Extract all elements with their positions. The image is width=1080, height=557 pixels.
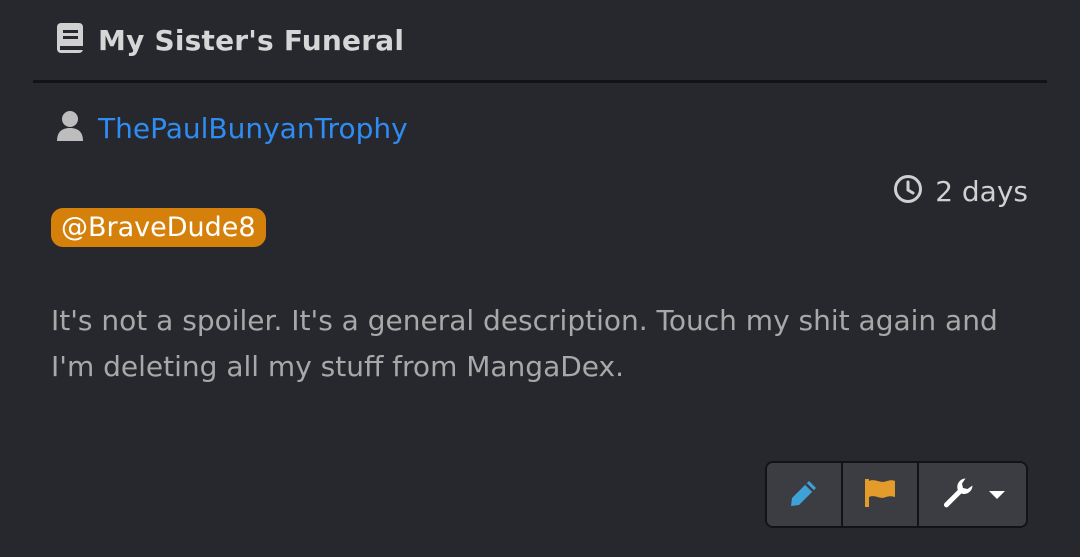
post-body: It's not a spoiler. It's a general descr… (51, 304, 998, 383)
tools-dropdown-button[interactable] (919, 463, 1026, 526)
book-icon (56, 22, 84, 58)
user-icon (56, 110, 84, 146)
post-actions (765, 461, 1028, 528)
comment-card: My Sister's Funeral ThePaulBunyanTrophy … (0, 0, 1080, 557)
edit-button[interactable] (767, 463, 843, 526)
pencil-icon (788, 477, 820, 513)
caret-down-icon (988, 490, 1005, 499)
clock-icon (893, 174, 923, 208)
user-mention[interactable]: @BraveDude8 (51, 208, 266, 247)
wrench-icon (941, 476, 975, 514)
author-row: ThePaulBunyanTrophy (56, 108, 408, 148)
post-timestamp: 2 days (893, 172, 1028, 210)
post-title[interactable]: My Sister's Funeral (98, 24, 404, 57)
flag-icon (863, 477, 897, 513)
author-link[interactable]: ThePaulBunyanTrophy (98, 112, 408, 145)
post-title-row[interactable]: My Sister's Funeral (56, 20, 404, 60)
report-button[interactable] (843, 463, 919, 526)
time-ago: 2 days (935, 174, 1028, 208)
divider (33, 80, 1047, 83)
